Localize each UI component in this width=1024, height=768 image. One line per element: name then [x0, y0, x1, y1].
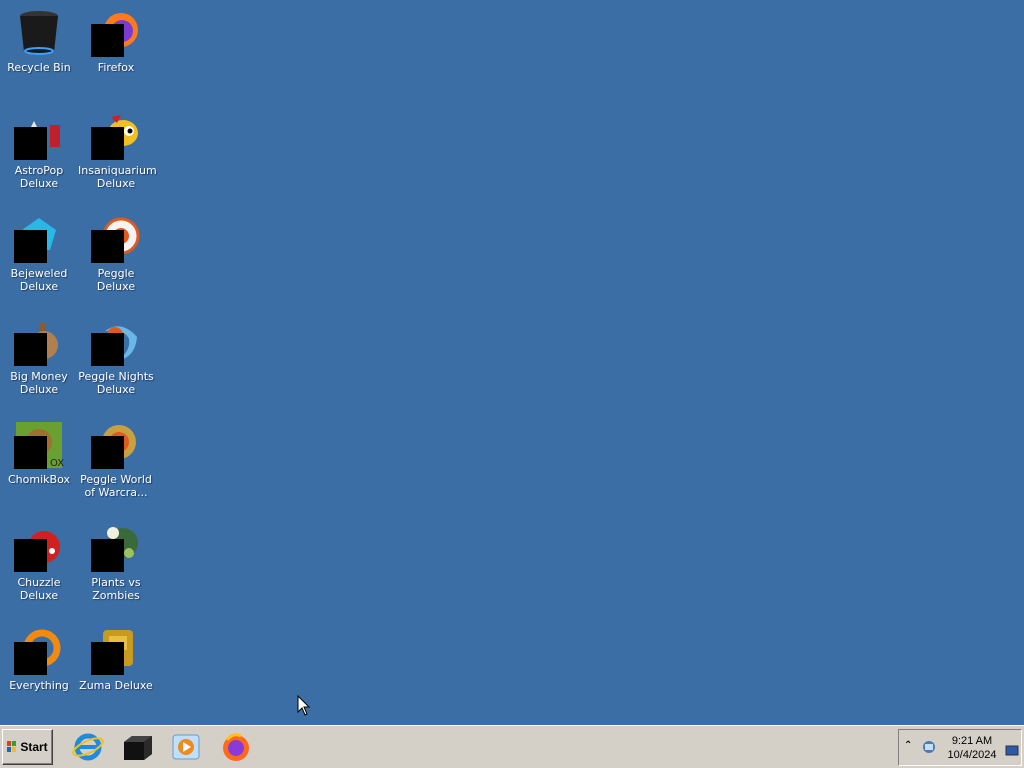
peggle-icon — [91, 214, 141, 264]
desktop-icon-label: Peggle World of Warcra... — [80, 473, 152, 499]
desktop-icon-recycle-bin[interactable]: Recycle Bin — [0, 2, 78, 74]
mouse-pointer-icon — [297, 694, 311, 721]
desktop-icon-label: AstroPop Deluxe — [14, 164, 64, 190]
desktop[interactable]: Recycle Bin AstroPop Deluxe Bejeweled De… — [0, 0, 1024, 725]
show-desktop-icon[interactable] — [120, 730, 154, 764]
desktop-icon-label: Recycle Bin — [7, 61, 71, 74]
desktop-icon-label: Zuma Deluxe — [79, 679, 153, 692]
start-label: Start — [20, 740, 48, 754]
desktop-monitor-icon[interactable] — [1005, 742, 1019, 761]
recycle-bin-icon — [14, 8, 64, 58]
desktop-icon-label: Firefox — [97, 61, 135, 74]
desktop-icon-label: Everything — [9, 679, 69, 692]
desktop-icon-insaniquarium[interactable]: Insaniquarium Deluxe — [77, 105, 157, 190]
bejeweled-icon — [14, 214, 64, 264]
desktop-icon-label: Big Money Deluxe — [10, 370, 68, 396]
desktop-icon-peggle[interactable]: Peggle Deluxe — [77, 208, 155, 293]
desktop-icon-label: Peggle Nights Deluxe — [78, 370, 154, 396]
big-money-icon — [14, 317, 64, 367]
desktop-icon-firefox[interactable]: Firefox — [77, 2, 155, 74]
system-tray: ⌃ 9:21 AM 10/4/2024 — [898, 729, 1022, 766]
internet-explorer-icon[interactable] — [71, 730, 105, 764]
desktop-icon-label: Bejeweled Deluxe — [10, 267, 68, 293]
astropop-icon — [14, 111, 64, 161]
desktop-icon-chuzzle[interactable]: Chuzzle Deluxe — [0, 517, 78, 602]
desktop-icon-label: Peggle Deluxe — [96, 267, 136, 293]
desktop-icon-label: Plants vs Zombies — [91, 576, 141, 602]
windows-logo-icon — [7, 741, 17, 753]
desktop-icon-plants-vs-zombies[interactable]: Plants vs Zombies — [77, 517, 155, 602]
clock[interactable]: 9:21 AM 10/4/2024 — [943, 734, 1001, 762]
desktop-icon-peggle-wow[interactable]: Peggle World of Warcra... — [77, 414, 155, 499]
clock-date: 10/4/2024 — [947, 749, 997, 761]
clock-time: 9:21 AM — [951, 735, 993, 747]
everything-icon — [14, 626, 64, 676]
start-button[interactable]: Start — [2, 729, 53, 765]
peggle-nights-icon — [91, 317, 141, 367]
chuzzle-icon — [14, 523, 64, 573]
chevron-up-icon[interactable]: ⌃ — [904, 740, 912, 751]
desktop-icon-everything[interactable]: Everything — [0, 620, 78, 692]
desktop-icon-label: Chuzzle Deluxe — [17, 576, 61, 602]
taskbar: Start ⌃ 9:21 AM 10/4/2024 — [0, 725, 1024, 768]
firefox-icon[interactable] — [219, 730, 253, 764]
desktop-icon-bejeweled[interactable]: Bejeweled Deluxe — [0, 208, 78, 293]
insaniquarium-icon — [91, 111, 141, 161]
firefox-icon — [91, 8, 141, 58]
media-player-icon[interactable] — [169, 730, 203, 764]
plants-vs-zombies-icon — [91, 523, 141, 573]
desktop-icon-zuma[interactable]: Zuma Deluxe — [77, 620, 155, 692]
zuma-icon — [91, 626, 141, 676]
desktop-icon-astropop[interactable]: AstroPop Deluxe — [0, 105, 78, 190]
peggle-wow-icon — [91, 420, 141, 470]
chomikbox-icon: OX — [14, 420, 64, 470]
svg-text:OX: OX — [50, 458, 64, 469]
desktop-icon-big-money[interactable]: Big Money Deluxe — [0, 311, 78, 396]
desktop-icon-peggle-nights[interactable]: Peggle Nights Deluxe — [77, 311, 155, 396]
desktop-icon-label: Insaniquarium Deluxe — [78, 164, 157, 190]
desktop-icon-label: ChomikBox — [8, 473, 70, 486]
desktop-icon-chomikbox[interactable]: OX ChomikBox — [0, 414, 78, 486]
network-icon[interactable] — [921, 739, 937, 759]
